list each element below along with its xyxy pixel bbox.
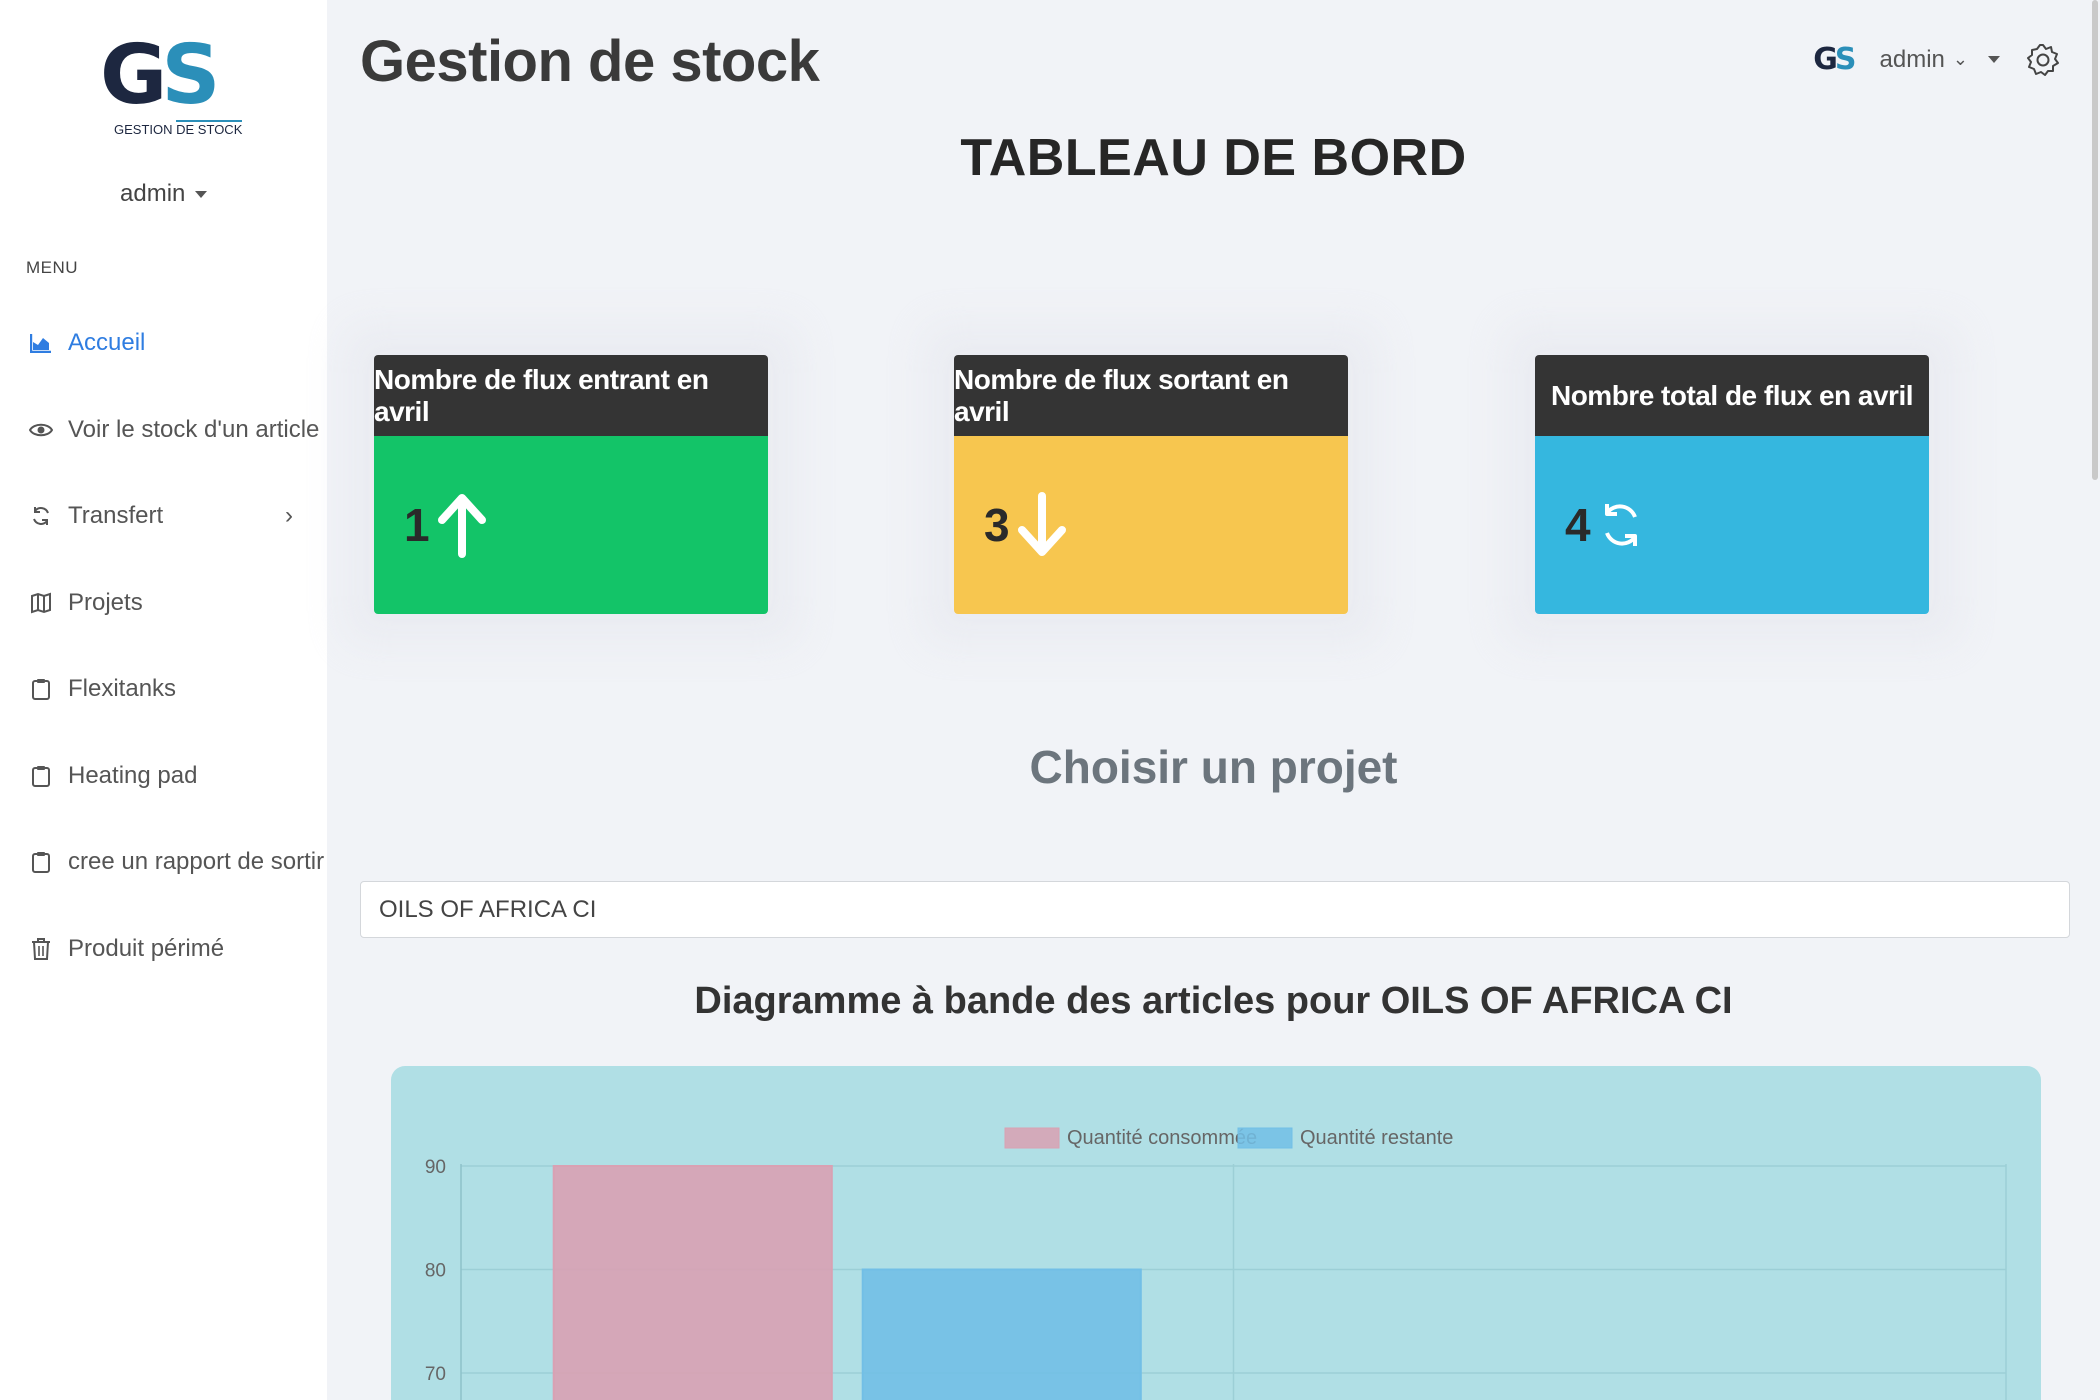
sidebar-item-label: Transfert [68,502,164,530]
card-flux-sortant: Nombre de flux sortant en avril 3 [954,355,1348,614]
sidebar-item-rapport-sortir[interactable]: cree un rapport de sortir [0,819,327,906]
legend-swatch [1237,1127,1293,1149]
arrow-down-icon [1017,492,1066,556]
y-tick-label: 90 [425,1157,446,1178]
sync-icon [1604,504,1637,546]
card-title: Nombre total de flux en avril [1535,355,1929,436]
card-body: 4 [1535,436,1929,614]
card-flux-entrant: Nombre de flux entrant en avril 1 [374,355,768,614]
sidebar-item-label: Voir le stock d'un article [68,415,320,443]
legend-swatch [1004,1127,1060,1149]
page-title: Gestion de stock [360,29,820,94]
sidebar-item-projets[interactable]: Projets [0,560,327,647]
chart-heading: Diagramme à bande des articles pour OILS… [694,980,1733,1022]
card-value: 3 [984,499,1010,551]
dashboard-title: TABLEAU DE BORD [960,129,1467,187]
menu-heading: MENU [26,258,79,277]
sidebar-item-label: Accueil [68,329,146,357]
bar-chart-svg: Quantité consommée Quantité restante 90 80 7… [425,1127,2007,1400]
map-book-icon [28,590,54,616]
sidebar: GS GESTION DE STOCK admin MENU Accueil V… [0,0,327,1400]
bar-restante [861,1268,1142,1400]
logo-sub-de-stock: DE STOCK [176,120,243,137]
card-title: Nombre de flux entrant en avril [374,355,768,436]
main-content: Gestion de stock GS admin ⌄ TABLEAU DE B… [327,0,2100,1400]
logo-letter-s: S [161,28,220,123]
chevron-right-icon: › [285,502,293,530]
topbar: GS admin ⌄ [1813,42,2060,77]
logo-sub-gestion: GESTION [114,122,173,137]
trash-icon [28,936,54,962]
card-value: 1 [404,499,430,551]
chevron-down-icon: ⌄ [1952,49,1968,69]
app-logo[interactable]: GS GESTION DE STOCK [100,28,243,143]
sidebar-item-label: Flexitanks [68,675,177,703]
scrollbar-thumb[interactable] [2092,0,2098,480]
bar-consommee [552,1165,833,1400]
project-select-input[interactable] [360,881,2070,938]
sidebar-item-label: Heating pad [68,761,198,789]
clipboard-icon [28,849,54,875]
arrow-up-icon [437,494,486,558]
chart-area-icon [28,330,54,356]
card-flux-total: Nombre total de flux en avril 4 [1535,355,1929,614]
sidebar-item-accueil[interactable]: Accueil [0,300,327,387]
sidebar-item-label: Produit périmé [68,934,225,962]
card-body: 1 [374,436,768,614]
sidebar-item-label: cree un rapport de sortir [68,848,325,876]
sidebar-username: admin [120,180,186,207]
caret-down-icon [1988,56,2000,63]
sidebar-menu: Accueil Voir le stock d'un article Trans… [0,300,327,992]
user-menu-dropdown[interactable]: admin ⌄ [1880,46,2000,74]
eye-icon [28,417,54,443]
y-tick-label: 70 [425,1364,446,1385]
clipboard-icon [28,676,54,702]
card-body: 3 [954,436,1348,614]
clipboard-icon [28,763,54,789]
sidebar-item-transfert[interactable]: Transfert › [0,473,327,560]
sidebar-item-produit-perime[interactable]: Produit périmé [0,906,327,993]
topbar-username: admin [1879,45,1945,73]
sidebar-item-flexitanks[interactable]: Flexitanks [0,646,327,733]
legend-label: Quantité restante [1300,1127,1453,1149]
logo-letter-s: S [1834,42,1857,77]
card-value: 4 [1565,499,1591,551]
bar-chart: Quantité consommée Quantité restante 90 80 7… [391,1066,2041,1400]
topbar-logo: GS [1813,42,1857,77]
sidebar-item-label: Projets [68,588,143,616]
sync-icon [28,503,54,529]
choose-project-heading: Choisir un projet [1029,741,1398,793]
card-title: Nombre de flux sortant en avril [954,355,1348,436]
sidebar-user-dropdown[interactable]: admin [120,180,208,208]
y-tick-label: 80 [425,1261,446,1282]
legend-label: Quantité consommée [1067,1127,1257,1149]
caret-down-icon [195,190,208,198]
logo-letter-g: G [1813,42,1838,77]
sidebar-item-voir-stock[interactable]: Voir le stock d'un article [0,387,327,474]
page-scrollbar[interactable] [2090,0,2100,480]
sidebar-item-heating-pad[interactable]: Heating pad [0,733,327,820]
logo-letter-g: G [100,28,167,123]
gear-icon[interactable] [2026,43,2060,77]
